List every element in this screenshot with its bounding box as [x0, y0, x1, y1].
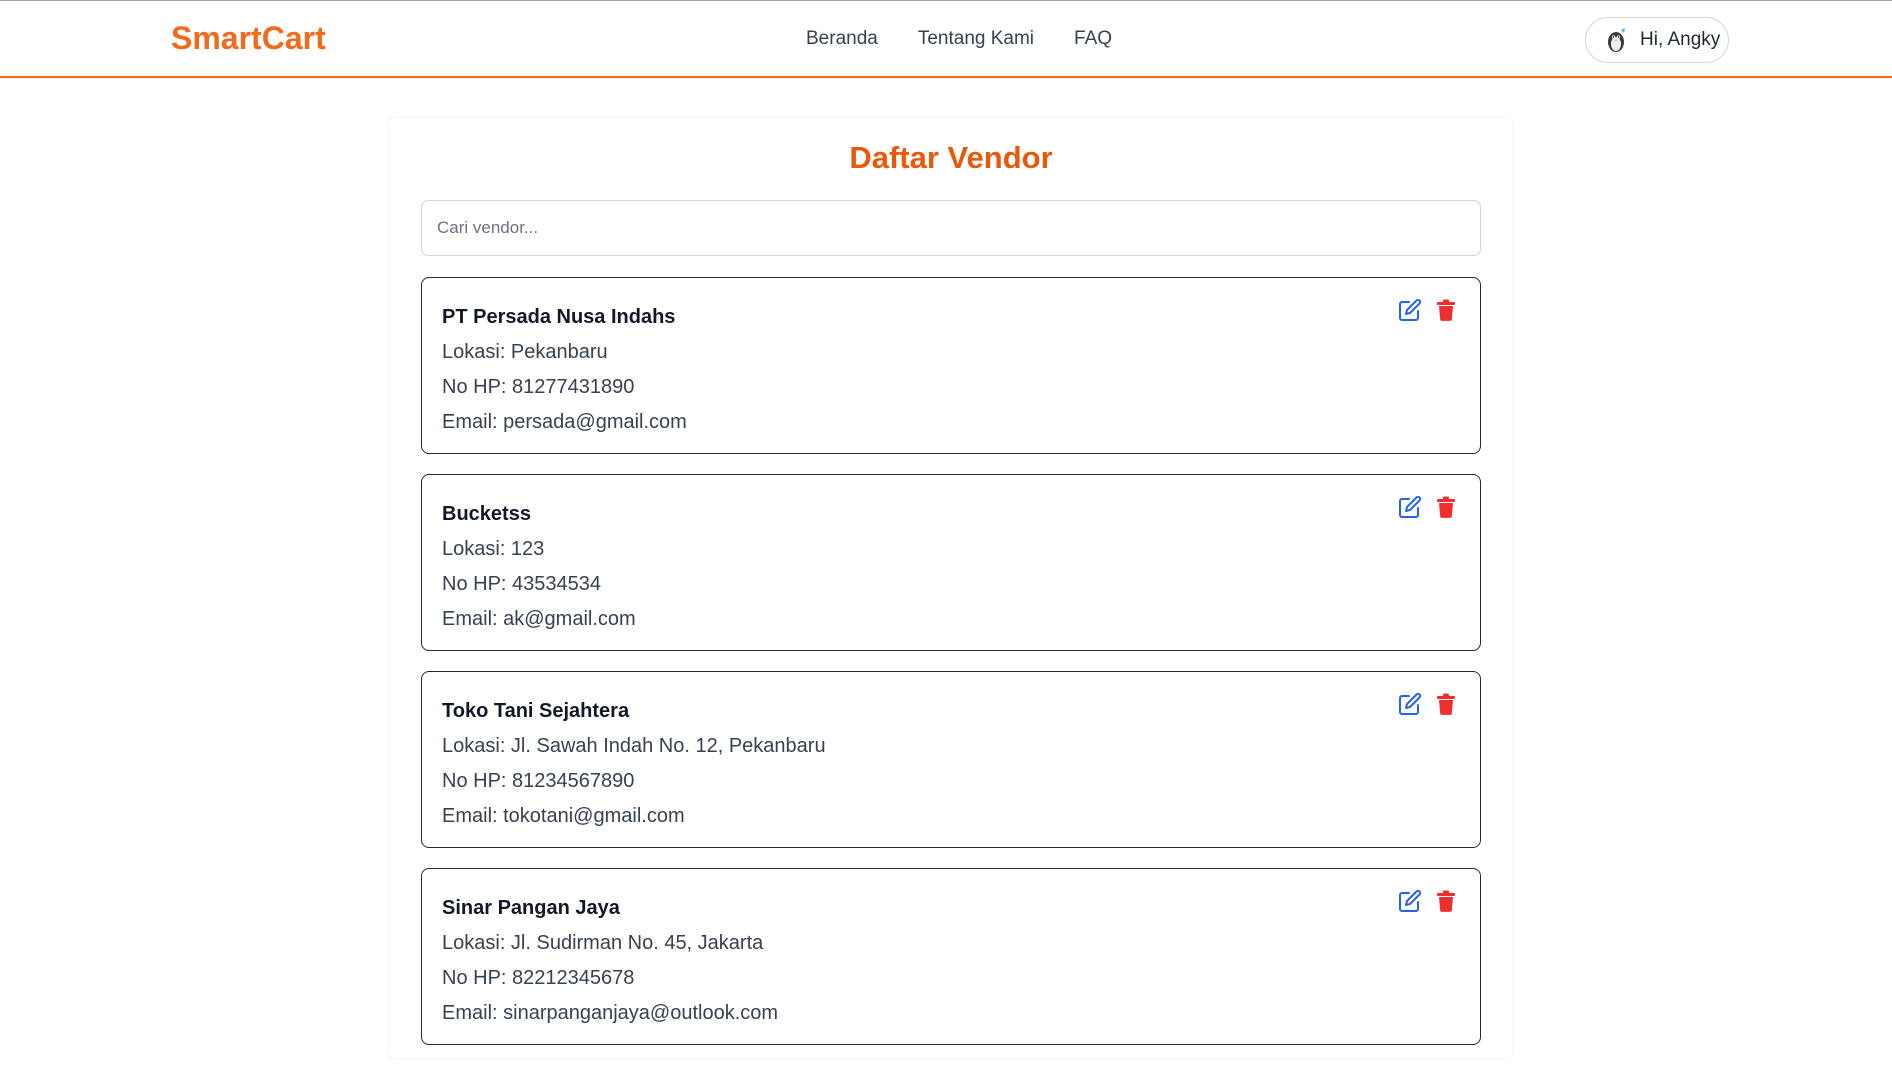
- vendor-location: Lokasi: 123: [442, 538, 545, 560]
- vendor-location: Lokasi: Pekanbaru: [442, 341, 608, 363]
- nav-item-beranda[interactable]: Beranda: [806, 28, 878, 50]
- vendor-card: Sinar Pangan Jaya Lokasi: Jl. Sudirman N…: [421, 868, 1481, 1045]
- trash-icon[interactable]: [1434, 692, 1458, 716]
- vendor-name: Sinar Pangan Jaya: [442, 897, 620, 919]
- vendor-name: PT Persada Nusa Indahs: [442, 306, 676, 328]
- user-menu-button[interactable]: Hi, Angky: [1585, 17, 1729, 63]
- edit-icon[interactable]: [1398, 495, 1422, 519]
- vendor-panel: Daftar Vendor PT Persada Nusa Indahs Lok…: [390, 118, 1512, 1058]
- brand-logo[interactable]: SmartCart: [171, 20, 326, 57]
- vendor-phone: No HP: 81234567890: [442, 770, 635, 792]
- search-input[interactable]: [421, 200, 1481, 256]
- trash-icon[interactable]: [1434, 495, 1458, 519]
- nav-item-tentang-kami[interactable]: Tentang Kami: [918, 28, 1034, 50]
- vendor-actions: [1398, 495, 1458, 519]
- trash-icon[interactable]: [1434, 298, 1458, 322]
- vendor-phone: No HP: 81277431890: [442, 376, 635, 398]
- edit-icon[interactable]: [1398, 298, 1422, 322]
- edit-icon[interactable]: [1398, 889, 1422, 913]
- trash-icon[interactable]: [1434, 889, 1458, 913]
- nav-links: Beranda Tentang Kami FAQ: [806, 28, 1112, 50]
- vendor-email: Email: tokotani@gmail.com: [442, 805, 685, 827]
- vendor-card: Toko Tani Sejahtera Lokasi: Jl. Sawah In…: [421, 671, 1481, 848]
- vendor-card: Bucketss Lokasi: 123 No HP: 43534534 Ema…: [421, 474, 1481, 651]
- vendor-name: Toko Tani Sejahtera: [442, 700, 630, 722]
- vendor-location: Lokasi: Jl. Sudirman No. 45, Jakarta: [442, 932, 764, 954]
- vendor-actions: [1398, 692, 1458, 716]
- user-greeting: Hi, Angky: [1640, 29, 1721, 50]
- avatar-icon: [1604, 27, 1628, 53]
- nav-item-faq[interactable]: FAQ: [1074, 28, 1112, 50]
- page-title: Daftar Vendor: [849, 140, 1053, 175]
- navbar: SmartCart Beranda Tentang Kami FAQ Hi, A…: [0, 1, 1892, 78]
- vendor-email: Email: ak@gmail.com: [442, 608, 636, 630]
- vendor-location: Lokasi: Jl. Sawah Indah No. 12, Pekanbar…: [442, 735, 826, 757]
- vendor-name: Bucketss: [442, 503, 531, 525]
- vendor-actions: [1398, 298, 1458, 322]
- edit-icon[interactable]: [1398, 692, 1422, 716]
- vendor-phone: No HP: 43534534: [442, 573, 602, 595]
- vendor-email: Email: persada@gmail.com: [442, 411, 687, 433]
- vendor-phone: No HP: 82212345678: [442, 967, 635, 989]
- vendor-list: PT Persada Nusa Indahs Lokasi: Pekanbaru…: [421, 277, 1481, 1065]
- vendor-card: PT Persada Nusa Indahs Lokasi: Pekanbaru…: [421, 277, 1481, 454]
- vendor-actions: [1398, 889, 1458, 913]
